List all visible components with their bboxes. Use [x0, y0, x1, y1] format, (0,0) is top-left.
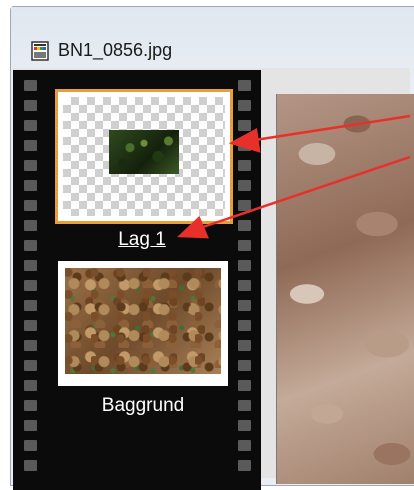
- film-sprocket-hole: [24, 280, 37, 291]
- film-sprocket-hole: [24, 380, 37, 391]
- film-sprocket-hole: [24, 140, 37, 151]
- film-sprocket-hole: [238, 300, 251, 311]
- film-sprocket-hole: [238, 460, 251, 471]
- film-sprocket-hole: [238, 280, 251, 291]
- film-sprocket-hole: [238, 100, 251, 111]
- window-title: BN1_0856.jpg: [58, 40, 173, 60]
- film-sprocket-hole: [238, 180, 251, 191]
- layer-label-lag-1[interactable]: Lag 1: [102, 229, 182, 251]
- film-sprocket-hole: [24, 100, 37, 111]
- film-sprocket-hole: [24, 200, 37, 211]
- film-sprocket-hole: [238, 380, 251, 391]
- layer-thumbnail-baggrund[interactable]: [58, 261, 228, 386]
- layer-label-baggrund[interactable]: Baggrund: [70, 395, 216, 417]
- image-canvas[interactable]: [276, 94, 414, 484]
- film-sprocket-hole: [238, 220, 251, 231]
- film-sprocket-hole: [24, 420, 37, 431]
- film-sprocket-hole: [24, 320, 37, 331]
- window-titlebar[interactable]: BN1_0856.jpg: [11, 7, 414, 75]
- film-sprocket-hole: [24, 80, 37, 91]
- film-sprocket-hole: [24, 440, 37, 451]
- image-file-icon: [31, 41, 49, 61]
- film-sprocket-hole: [238, 440, 251, 451]
- film-sprocket-hole: [238, 120, 251, 131]
- film-sprocket-hole: [238, 200, 251, 211]
- film-sprocket-hole: [24, 340, 37, 351]
- film-sprocket-hole: [238, 160, 251, 171]
- layer-content-image: [109, 130, 179, 174]
- film-sprocket-hole: [238, 80, 251, 91]
- film-sprocket-hole: [238, 420, 251, 431]
- film-sprocket-hole: [24, 300, 37, 311]
- background-image: [65, 268, 221, 374]
- film-sprocket-hole: [24, 400, 37, 411]
- film-sprocket-hole: [238, 360, 251, 371]
- film-sprocket-hole: [24, 180, 37, 191]
- film-sprocket-hole: [238, 140, 251, 151]
- film-sprocket-hole: [24, 360, 37, 371]
- layer-thumbnail-lag-1[interactable]: [55, 89, 233, 224]
- film-sprocket-hole: [24, 120, 37, 131]
- film-sprocket-hole: [238, 240, 251, 251]
- film-sprocket-hole: [238, 340, 251, 351]
- film-sprocket-hole: [238, 260, 251, 271]
- film-sprocket-hole: [24, 260, 37, 271]
- film-sprocket-hole: [238, 320, 251, 331]
- film-sprocket-hole: [24, 220, 37, 231]
- film-sprocket-hole: [24, 240, 37, 251]
- film-sprocket-hole: [24, 460, 37, 471]
- film-sprocket-hole: [238, 400, 251, 411]
- film-sprocket-hole: [24, 160, 37, 171]
